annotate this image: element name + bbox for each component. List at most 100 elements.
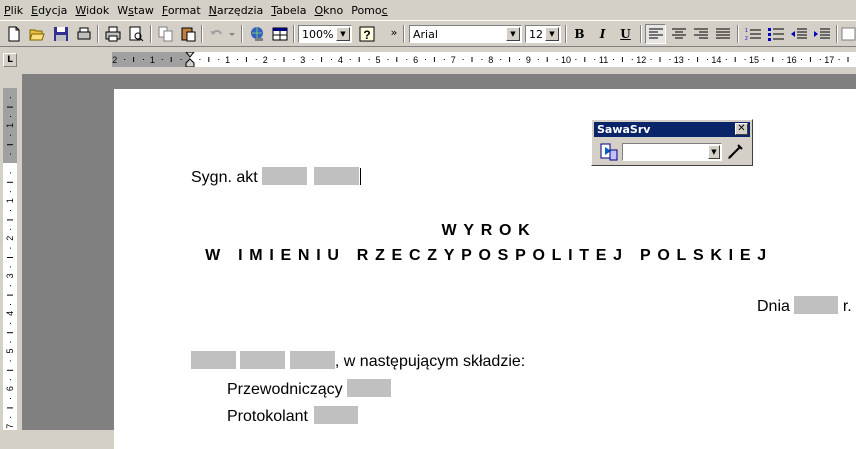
menu-item-edycja[interactable]: Edycja	[27, 4, 71, 17]
svg-text:?: ?	[363, 28, 370, 42]
menu-item-widok[interactable]: Widok	[71, 4, 113, 17]
ruler-ticks: 1 1 2 3 4 5 6 7	[5, 97, 15, 429]
undo-button[interactable]	[206, 24, 238, 44]
court-field-2[interactable]	[240, 351, 286, 369]
paste-button[interactable]	[177, 24, 198, 44]
justify-button[interactable]	[712, 24, 733, 44]
print-button[interactable]	[102, 24, 123, 44]
ruler-dot	[707, 59, 708, 60]
composition-text: , w następującym składzie:	[334, 353, 526, 370]
menu-item-format[interactable]: Format	[158, 4, 205, 17]
printer-lock-icon	[77, 27, 90, 40]
table-button[interactable]	[269, 24, 290, 44]
zoom-select[interactable]: 100% ▼	[298, 25, 352, 43]
chair-line[interactable]: Przewodniczący	[227, 379, 392, 399]
italic-icon: I	[599, 27, 606, 41]
court-field-1[interactable]	[191, 351, 236, 369]
bold-icon: B	[574, 27, 585, 41]
help-button[interactable]: ?	[356, 24, 377, 44]
align-center-button[interactable]	[668, 24, 689, 44]
toolbar-overflow-button[interactable]: »	[388, 22, 400, 42]
horizontal-ruler[interactable]: 2 1 1 2 3 4 5 6 7 8 9 10 11 12 13 14 15 16 17	[112, 52, 856, 67]
sawasrv-edit-button[interactable]	[726, 143, 744, 161]
sawasrv-insert-button[interactable]	[599, 142, 619, 162]
sawasrv-title-bar[interactable]: SawaSrv ✕	[594, 122, 750, 137]
underline-button[interactable]: U	[615, 24, 636, 44]
court-field-3[interactable]	[289, 351, 335, 369]
menu-item-plik[interactable]: Plik	[0, 4, 27, 17]
menu-item-okno[interactable]: Okno	[310, 4, 347, 17]
ruler-dot	[631, 59, 633, 60]
print-preview-button[interactable]	[125, 24, 146, 44]
date-field[interactable]	[794, 296, 839, 314]
zoom-value: 100%	[302, 27, 334, 41]
close-icon[interactable]: ✕	[735, 123, 748, 135]
ruler-tick	[7, 294, 13, 296]
ruler-label: 1	[225, 55, 230, 65]
ruler-dot	[349, 59, 351, 60]
chevron-down-icon[interactable]: ▼	[506, 27, 520, 41]
menu-item-pomoc[interactable]: Pomoc	[347, 4, 391, 17]
ruler-dot	[312, 59, 314, 60]
increase-indent-button[interactable]	[811, 24, 832, 44]
indent-marker[interactable]	[185, 52, 195, 67]
ruler-tick	[10, 416, 11, 418]
permissions-button[interactable]	[73, 24, 94, 44]
numbering-button[interactable]: 12	[742, 24, 763, 44]
decrease-indent-button[interactable]	[788, 24, 809, 44]
ruler-tick	[10, 266, 11, 268]
ruler-tick	[10, 228, 11, 230]
new-document-button[interactable]	[3, 24, 24, 44]
font-size-select[interactable]: 12 ▼	[525, 25, 561, 43]
copy-button[interactable]	[155, 24, 176, 44]
bullets-button[interactable]	[765, 24, 786, 44]
sawasrv-toolbar[interactable]: SawaSrv ✕ ▼	[591, 119, 753, 166]
borders-button[interactable]	[841, 24, 856, 44]
sawasrv-select[interactable]: ▼	[622, 143, 722, 161]
increase-indent-icon	[813, 28, 830, 39]
italic-button[interactable]: I	[592, 24, 613, 44]
ruler-label: 3	[5, 273, 15, 278]
menu-item-narzędzia[interactable]: Narzędzia	[205, 4, 268, 17]
table-icon	[272, 27, 287, 41]
open-button[interactable]	[26, 24, 47, 44]
court-composition-line[interactable]: , w następującym składzie:	[191, 351, 525, 371]
menu-text: dycja	[38, 3, 68, 17]
chevron-down-icon[interactable]: ▼	[708, 145, 720, 159]
case-field-2[interactable]	[313, 167, 359, 185]
save-button[interactable]	[50, 24, 71, 44]
ruler-label: 9	[526, 55, 531, 65]
bold-button[interactable]: B	[569, 24, 590, 44]
double-chevron-icon: »	[390, 25, 398, 39]
new-document-icon	[8, 26, 19, 42]
document-title: WYROK	[441, 222, 537, 239]
font-family-select[interactable]: Arial ▼	[409, 25, 522, 43]
menu-text: arzędzia	[216, 3, 264, 17]
case-number-line[interactable]: Sygn. akt	[191, 167, 361, 187]
ruler-dot	[669, 59, 671, 60]
chair-field[interactable]	[347, 379, 392, 397]
toolbar: 100% ▼ ? » Arial ▼ 12 ▼ B I U 12	[0, 20, 856, 47]
vertical-ruler[interactable]: 1 1 2 3 4 5 6 7	[3, 88, 17, 430]
chevron-down-icon[interactable]: ▼	[545, 27, 559, 41]
ruler-dot	[481, 59, 483, 60]
ruler-dot	[500, 59, 502, 60]
align-right-button[interactable]	[690, 24, 711, 44]
ruler-tick	[7, 219, 13, 221]
svg-text:2: 2	[745, 36, 748, 41]
align-left-button[interactable]	[645, 24, 666, 44]
menu-item-tabela[interactable]: Tabela	[267, 4, 310, 17]
ruler-label: 12	[636, 55, 646, 65]
ruler-dot	[763, 59, 765, 60]
clerk-line[interactable]: Protokolant	[227, 406, 359, 426]
menu-item-wstaw[interactable]: Wstaw	[113, 4, 158, 17]
date-line[interactable]: Dnia r.	[757, 296, 852, 316]
hyperlink-button[interactable]	[246, 24, 267, 44]
ruler-label: 1	[5, 198, 15, 203]
clerk-field[interactable]	[314, 406, 359, 424]
case-field-1[interactable]	[262, 167, 308, 185]
menu-text: W	[117, 3, 129, 17]
tab-stop-selector[interactable]: L	[3, 53, 17, 67]
chevron-down-icon[interactable]: ▼	[336, 27, 350, 41]
font-size-value: 12	[529, 27, 543, 41]
